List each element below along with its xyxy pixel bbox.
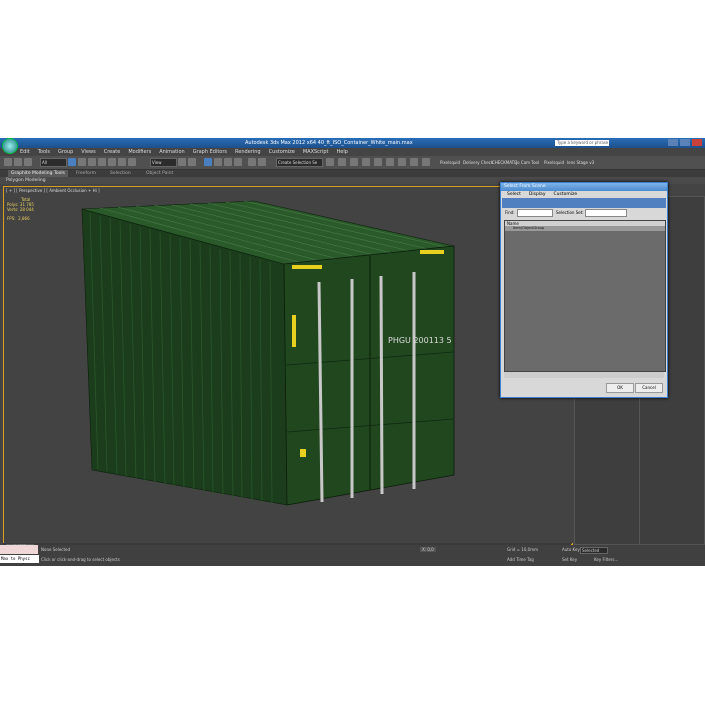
menu-views[interactable]: Views (77, 148, 99, 156)
dialog-find-row: Find: Selection Set: (501, 208, 667, 217)
layer-manager-icon[interactable] (338, 158, 346, 166)
menu-help[interactable]: Help (333, 148, 352, 156)
selection-status: None Selected (41, 547, 71, 552)
main-toolbar: All View Create Selection Se Pixelsquid … (0, 156, 705, 170)
horizontal-scrollbar[interactable] (504, 372, 664, 378)
search-input[interactable]: Type a keyword or phrase (555, 140, 609, 146)
scene-object-list[interactable]: Name Item/ObjectGroup (504, 220, 666, 372)
maxscript-mini-listener[interactable]: Max to Physc (0, 555, 39, 563)
select-from-scene-dialog: Select From Scene Select Display Customi… (500, 182, 668, 398)
material-editor-icon[interactable] (386, 158, 394, 166)
selection-set-label: Selection Set: (556, 210, 584, 215)
lens-stage-button[interactable]: lens Stage v3 (567, 160, 594, 165)
ribbon-tabs: Graphite Modeling Tools Freeform Selecti… (0, 170, 705, 177)
tab-selection[interactable]: Selection (110, 170, 131, 177)
checkmate-button[interactable]: CHECKMATE (492, 160, 517, 165)
menu-animation[interactable]: Animation (155, 148, 189, 156)
window-controls (668, 139, 702, 146)
polygon-modeling-label[interactable]: Polygon Modeling (6, 177, 46, 184)
menu-customize[interactable]: Customize (265, 148, 299, 156)
render-setup-icon[interactable] (398, 158, 406, 166)
pivot-center-icon[interactable] (178, 158, 186, 166)
reference-coord-dropdown[interactable]: View (150, 158, 177, 167)
find-label: Find: (505, 210, 515, 215)
window-crossing-icon[interactable] (98, 158, 106, 166)
grid-size: Grid = 10,0mm (507, 547, 538, 552)
undo-icon[interactable] (4, 158, 12, 166)
tab-freeform[interactable]: Freeform (76, 170, 96, 177)
pixelsquid-button-2[interactable]: Pixelsquid (544, 160, 564, 165)
edit-named-selection-icon[interactable] (248, 158, 256, 166)
list-item[interactable]: Item/ObjectGroup (505, 226, 665, 231)
status-bar: Max to Physc None Selected Click or clic… (0, 545, 705, 566)
scale-icon[interactable] (128, 158, 136, 166)
dialog-menu-select[interactable]: Select (507, 191, 521, 198)
perspective-viewport[interactable]: [ + ] [ Perspective ] [ Ambient Occlusio… (3, 186, 573, 545)
named-selection-dropdown[interactable]: Create Selection Se (276, 158, 323, 167)
menu-group[interactable]: Group (54, 148, 77, 156)
menu-rendering[interactable]: Rendering (231, 148, 265, 156)
dialog-menu-display[interactable]: Display (529, 191, 546, 198)
dialog-title: Select From Scene (501, 183, 667, 191)
cancel-button[interactable]: Cancel (635, 383, 663, 393)
add-time-tag[interactable]: Add Time Tag (507, 557, 534, 562)
auto-key-label[interactable]: Auto Key (562, 547, 580, 552)
menu-tools[interactable]: Tools (34, 148, 54, 156)
schematic-view-icon[interactable] (374, 158, 382, 166)
selection-filter-dropdown[interactable]: All (40, 158, 67, 167)
selection-set-dropdown[interactable] (585, 209, 627, 217)
move-icon[interactable] (108, 158, 116, 166)
spinner-snap-icon[interactable] (234, 158, 242, 166)
menu-edit[interactable]: Edit (16, 148, 34, 156)
angle-snap-icon[interactable] (214, 158, 222, 166)
set-key-label[interactable]: Set Key (562, 557, 577, 562)
key-filters-button[interactable]: Key Filters... (594, 557, 618, 562)
menu-bar: Edit Tools Group Views Create Modifiers … (16, 148, 352, 156)
percent-snap-icon[interactable] (224, 158, 232, 166)
mirror-icon[interactable] (258, 158, 266, 166)
window-title: Autodesk 3ds Max 2012 x64 40_ft_ISO_Cont… (245, 140, 413, 146)
select-by-name-icon[interactable] (78, 158, 86, 166)
auto-key-dropdown[interactable]: Selected (580, 547, 609, 554)
ok-button[interactable]: OK (606, 383, 634, 393)
menu-maxscript[interactable]: MAXScript (299, 148, 333, 156)
close-icon[interactable] (692, 139, 702, 146)
delivery-check-button[interactable]: Delivery Check (463, 160, 493, 165)
pixelsquid-button[interactable]: Pixelsquid (440, 160, 460, 165)
render-production-icon[interactable] (422, 158, 430, 166)
dialog-toolbar (502, 198, 666, 208)
rotate-icon[interactable] (118, 158, 126, 166)
tab-object-paint[interactable]: Object Paint (146, 170, 173, 177)
curve-editor-icon[interactable] (362, 158, 370, 166)
maxscript-listener-pink[interactable] (0, 545, 38, 554)
graphite-toggle-icon[interactable] (350, 158, 358, 166)
tab-graphite-modeling[interactable]: Graphite Modeling Tools (8, 170, 69, 177)
select-object-icon[interactable] (68, 158, 76, 166)
snap-toggle-icon[interactable] (204, 158, 212, 166)
dialog-menu-customize[interactable]: Customize (553, 191, 577, 198)
container-model: PHGU 200113 5 (81, 200, 455, 506)
x-coordinate-field[interactable]: X: 0,0 (420, 547, 436, 552)
jo-cam-tool-button[interactable]: Jo Cam Tool (516, 160, 539, 165)
menu-modifiers[interactable]: Modifiers (124, 148, 155, 156)
redo-icon[interactable] (14, 158, 22, 166)
prompt-line: Click or click-and-drag to select object… (41, 557, 120, 562)
container-code: PHGU 200113 5 (388, 336, 452, 345)
link-icon[interactable] (24, 158, 32, 166)
rendered-frame-icon[interactable] (410, 158, 418, 166)
align-icon[interactable] (326, 158, 334, 166)
dialog-menu: Select Display Customize (501, 191, 667, 198)
maximize-icon[interactable] (680, 139, 690, 146)
minimize-icon[interactable] (668, 139, 678, 146)
title-bar: Autodesk 3ds Max 2012 x64 40_ft_ISO_Cont… (0, 138, 705, 154)
menu-create[interactable]: Create (100, 148, 125, 156)
rectangle-select-icon[interactable] (88, 158, 96, 166)
select-manipulate-icon[interactable] (188, 158, 196, 166)
find-input[interactable] (517, 209, 553, 217)
menu-graph-editors[interactable]: Graph Editors (189, 148, 231, 156)
